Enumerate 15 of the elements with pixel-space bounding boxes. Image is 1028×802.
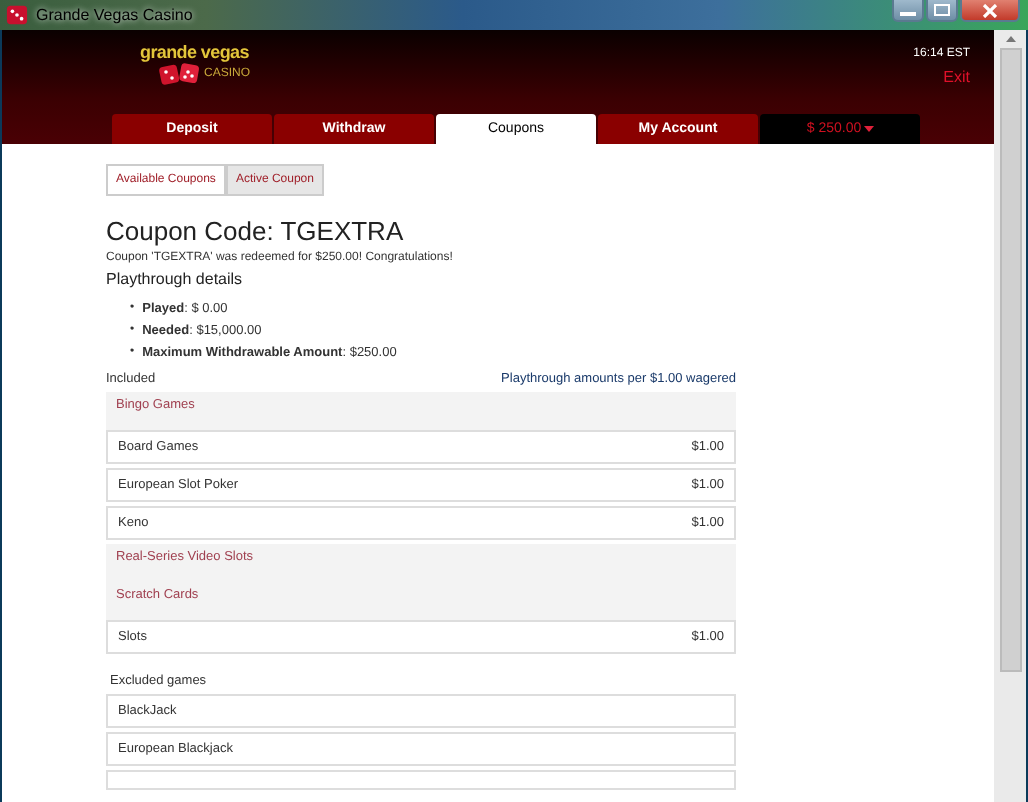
logo-text: grande vegas xyxy=(140,44,249,62)
maximize-icon xyxy=(934,4,950,16)
dice-icon xyxy=(158,62,202,86)
exit-link[interactable]: Exit xyxy=(943,68,970,86)
close-button[interactable] xyxy=(960,0,1020,22)
maximize-button[interactable] xyxy=(926,0,958,22)
minimize-button[interactable] xyxy=(892,0,924,22)
scroll-up-icon[interactable] xyxy=(1005,36,1015,42)
close-icon xyxy=(982,3,998,17)
window-title: Grande Vegas Casino xyxy=(36,6,193,24)
caret-icon xyxy=(863,126,874,132)
scrollbar[interactable] xyxy=(994,30,1026,802)
coupon-heading: Coupon Code: TGEXTRA xyxy=(106,216,406,246)
dice-icon xyxy=(6,4,28,26)
section-title: Playthrough details xyxy=(106,270,245,288)
